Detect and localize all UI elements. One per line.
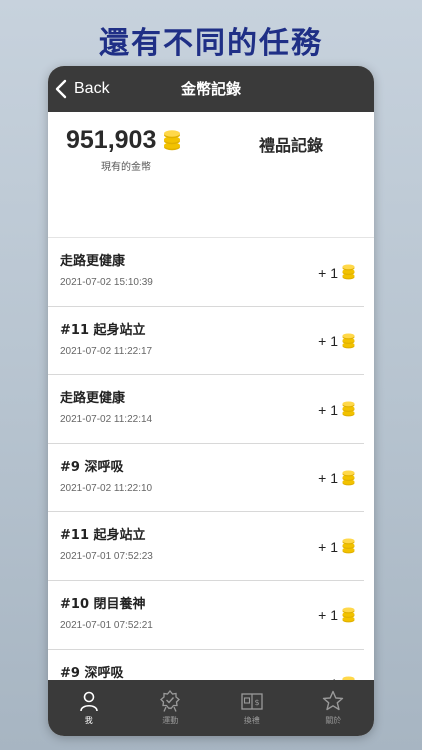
coin-balance: 951,903	[66, 126, 182, 155]
back-label: Back	[74, 80, 110, 97]
person-icon	[79, 691, 98, 712]
record-row: #10 閉目養神 2021-07-01 07:52:21 + 1	[48, 581, 364, 650]
record-row: #9 深呼吸 2021-07-02 11:22:10 + 1	[48, 444, 364, 513]
record-row: #11 起身站立 2021-07-01 07:52:23 + 1	[48, 512, 364, 581]
record-timestamp: 2021-07-01 07:52:21	[60, 619, 153, 631]
tab-medal[interactable]: 運動	[130, 680, 212, 736]
record-row: 走路更健康 2021-07-02 11:22:14 + 1	[48, 375, 364, 444]
coin-record-list: 走路更健康 2021-07-02 15:10:39 + 1 #11 起身站立 2…	[48, 238, 374, 719]
record-amount-value: + 1	[318, 264, 338, 281]
coin-stack-icon	[342, 607, 355, 623]
record-amount: + 1	[318, 538, 356, 555]
promo-title: 還有不同的任務	[99, 26, 323, 61]
record-task-name: 走路更健康	[60, 391, 126, 407]
record-amount-value: + 1	[318, 538, 338, 555]
tab-star[interactable]: 關於	[293, 680, 375, 736]
coin-stack-icon	[342, 401, 355, 417]
record-amount-value: + 1	[318, 333, 338, 350]
record-timestamp: 2021-07-02 11:22:10	[60, 482, 153, 494]
coin-stack-icon	[342, 264, 355, 280]
coin-stack-icon	[164, 129, 181, 150]
gift-records-link[interactable]: 禮品記錄	[259, 132, 323, 156]
record-task-name: #10 閉目養神	[60, 596, 146, 612]
tab-gift-exchange[interactable]: $ 換禮	[211, 680, 293, 736]
record-amount-value: + 1	[318, 401, 338, 418]
record-row: 走路更健康 2021-07-02 15:10:39 + 1	[48, 238, 364, 307]
star-icon	[323, 690, 344, 711]
coin-stack-icon	[342, 333, 355, 348]
svg-text:$: $	[254, 698, 259, 707]
record-timestamp: 2021-07-02 11:22:17	[60, 345, 153, 357]
coin-stack-icon	[342, 538, 355, 554]
record-task-name: 走路更健康	[60, 254, 126, 269]
record-amount: + 1	[318, 401, 356, 418]
tab-bar: 我 運動 $ 換禮 關於	[48, 680, 374, 736]
record-task-name: #9 深呼吸	[60, 459, 124, 475]
back-button[interactable]: Back	[54, 66, 110, 112]
coin-balance-caption: 現有的金幣	[101, 162, 151, 173]
record-timestamp: 2021-07-02 15:10:39	[60, 277, 153, 288]
record-task-name: #9 深呼吸	[60, 665, 124, 681]
record-timestamp: 2021-07-02 11:22:14	[60, 414, 153, 426]
chevron-left-icon	[55, 79, 67, 99]
tab-label: 關於	[325, 716, 342, 725]
tab-person[interactable]: 我	[48, 680, 130, 736]
record-amount-value: + 1	[318, 607, 338, 624]
record-amount: + 1	[318, 264, 356, 281]
record-task-name: #11 起身站立	[60, 528, 146, 544]
record-row: #11 起身站立 2021-07-02 11:22:17 + 1	[48, 307, 364, 376]
record-timestamp: 2021-07-01 07:52:23	[60, 551, 153, 563]
gift-exchange-icon: $	[241, 693, 263, 710]
app-screen: Back 金幣記錄 951,903 現有的金幣 禮品記錄 走路更健康 2021-…	[48, 66, 374, 736]
coin-summary: 951,903 現有的金幣 禮品記錄 走路更健康 2021-07-02 15:1…	[48, 112, 374, 719]
record-amount: + 1	[318, 333, 356, 350]
record-task-name: #11 起身站立	[60, 322, 146, 338]
tab-label: 運動	[162, 716, 179, 725]
medal-icon	[160, 690, 181, 712]
coin-stack-icon	[342, 470, 355, 486]
record-amount: + 1	[318, 607, 356, 624]
coin-balance-value: 951,903	[66, 126, 157, 154]
record-amount: + 1	[318, 470, 356, 487]
record-amount-value: + 1	[318, 470, 338, 487]
nav-bar: Back 金幣記錄	[48, 66, 374, 112]
tab-label: 換禮	[243, 716, 260, 725]
tab-label: 我	[84, 716, 93, 725]
